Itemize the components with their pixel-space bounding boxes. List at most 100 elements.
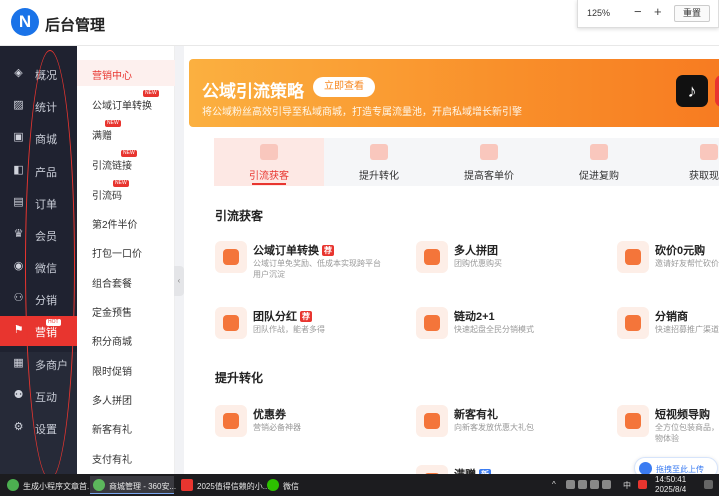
sidebar-item-marketing[interactable]: ⚑ 营销 HOT: [0, 316, 77, 346]
submenu-item-traffic-link[interactable]: 引流链接 NEW: [77, 150, 175, 176]
store-icon: ▣: [13, 131, 24, 143]
notification-icon[interactable]: [704, 480, 713, 489]
submenu-item-flash-sale[interactable]: 限时促销: [77, 356, 175, 382]
new-badge: NEW: [121, 150, 137, 157]
submenu-item-second-half-price[interactable]: 第2件半价: [77, 209, 175, 235]
tray-app-icon[interactable]: [578, 480, 587, 489]
submenu-item-marketing-center[interactable]: 营销中心: [77, 60, 175, 86]
zoom-reset-button[interactable]: 重置: [674, 5, 710, 22]
zoom-in-button[interactable]: +: [654, 4, 662, 19]
video-icon: [617, 405, 649, 437]
tab-convert[interactable]: 提升转化: [324, 138, 434, 186]
submenu-item-order-convert[interactable]: 公域订单转换 NEW: [77, 90, 175, 116]
submenu-item-group-buy[interactable]: 多人拼团: [77, 385, 175, 411]
submenu-item-traffic-code[interactable]: 引流码 NEW: [77, 180, 175, 206]
brand-title: 后台管理: [45, 17, 106, 34]
new-badge: NEW: [113, 180, 129, 187]
system-clock[interactable]: 14:50:41 2025/8/4: [655, 475, 686, 495]
sidebar-item-wechat[interactable]: ◉ 微信: [0, 252, 77, 282]
taskbar-app-wechat[interactable]: 微信: [264, 476, 312, 494]
card-team-bonus[interactable]: 团队分红荐 团队作战，能者多得: [215, 305, 395, 349]
ime-indicator[interactable]: 中: [623, 480, 631, 491]
card-new-customer-gift[interactable]: 新客有礼 向新客发放优惠大礼包: [416, 403, 596, 447]
crown-icon: ♛: [13, 228, 24, 240]
card-full-gift[interactable]: 满赠新: [416, 463, 596, 474]
submenu-item-label: 积分商城: [92, 337, 132, 348]
sidebar-item-statistics[interactable]: ▨ 统计: [0, 91, 77, 121]
submenu-item-label: 定金预售: [92, 308, 132, 319]
taskbar-label: 生成小程序文章首...: [23, 482, 94, 491]
submenu-item-label: 打包一口价: [92, 249, 142, 260]
tiktok-icon: ♪: [676, 75, 708, 107]
card-chain[interactable]: 链动2+1 快速起盘全民分销模式: [416, 305, 596, 349]
card-desc: 向新客发放优惠大礼包: [454, 423, 534, 432]
submenu-item-presale[interactable]: 定金预售: [77, 297, 175, 323]
card-desc: 公域订单免奖励、低成本实现跨平台用户沉淀: [253, 259, 381, 279]
tab-acquire[interactable]: 引流获客: [214, 138, 324, 186]
submenu-item-points-mall[interactable]: 积分商城: [77, 326, 175, 352]
collapse-submenu-button[interactable]: ‹: [174, 266, 184, 296]
tray-app-icon[interactable]: [638, 480, 647, 489]
sidebar-item-interaction[interactable]: ⚉ 互动: [0, 381, 77, 411]
tray-chevron-icon[interactable]: ^: [552, 480, 556, 489]
coupon-icon: [215, 405, 247, 437]
taskbar-app-article[interactable]: 生成小程序文章首...: [4, 476, 94, 494]
banner-description: 将公域粉丝高效引导至私域商城，打造专属流量池，开启私域增长新引擎: [202, 107, 522, 118]
submenu: 营销中心 公域订单转换 NEW 满赠 NEW 引流链接 NEW 引流码 NEW …: [77, 46, 175, 474]
sidebar-item-overview[interactable]: ◈ 概况: [0, 59, 77, 89]
tray-app-icon[interactable]: [566, 480, 575, 489]
tab-cash[interactable]: 获取现金: [654, 138, 719, 186]
card-desc: 快速起盘全民分销模式: [454, 325, 534, 334]
tray-app-icon[interactable]: [590, 480, 599, 489]
sidebar-item-label: 订单: [35, 199, 57, 211]
sidebar-item-label: 互动: [35, 392, 57, 404]
banner-view-button[interactable]: 立即查看: [313, 77, 375, 97]
zoom-out-button[interactable]: −: [634, 4, 642, 19]
section-title-acquire: 引流获客: [215, 209, 264, 223]
order-value-icon: [480, 144, 498, 160]
submenu-item-full-gift[interactable]: 满赠 NEW: [77, 120, 175, 146]
tab-order-value[interactable]: 提高客单价: [434, 138, 544, 186]
card-bargain[interactable]: 砍价0元购 邀请好友帮忙砍价: [617, 239, 719, 283]
submenu-item-bundle-price[interactable]: 打包一口价: [77, 238, 175, 264]
sidebar-item-mall[interactable]: ▣ 商城: [0, 123, 77, 153]
tab-label: 提升转化: [359, 171, 399, 182]
sidebar-item-settings[interactable]: ⚙ 设置: [0, 413, 77, 443]
logo-icon: N: [11, 8, 39, 36]
sidebar-item-label: 营销: [35, 327, 57, 339]
card-desc: 团队作战，能者多得: [253, 325, 325, 334]
distributor-icon: [617, 307, 649, 339]
sidebar-item-order[interactable]: ▤ 订单: [0, 188, 77, 218]
full-gift-icon: [416, 465, 448, 474]
upload-drop-button[interactable]: 拖拽至此上传: [634, 457, 718, 474]
card-distributor[interactable]: 分销商 快速招募推广渠道: [617, 305, 719, 349]
card-desc: 快速招募推广渠道: [655, 325, 719, 334]
submenu-item-label: 新客有礼: [92, 425, 132, 436]
sidebar-item-multi-merchant[interactable]: ▦ 多商户: [0, 349, 77, 379]
banner-title: 公域引流策略: [202, 82, 304, 101]
taskbar-label: 商城管理 - 360安...: [109, 482, 177, 491]
card-coupon[interactable]: 优惠券 营销必备神器: [215, 403, 395, 447]
tab-repurchase[interactable]: 促进复购: [544, 138, 654, 186]
network-icon[interactable]: [602, 480, 611, 489]
sidebar-item-product[interactable]: ◧ 产品: [0, 156, 77, 186]
card-order-convert[interactable]: 公域订单转换荐 公域订单免奖励、低成本实现跨平台用户沉淀: [215, 239, 395, 283]
card-short-video[interactable]: 短视频导购 全方位包装商品，物体验: [617, 403, 719, 447]
card-desc: 全方位包装商品，物体验: [655, 423, 719, 443]
taskbar-app-browser[interactable]: 商城管理 - 360安...: [90, 476, 177, 494]
os-taskbar: 生成小程序文章首... 商城管理 - 360安... 2025值得信赖的小...…: [0, 474, 719, 496]
main-content: 公域引流策略 立即查看 将公域粉丝高效引导至私域商城，打造专属流量池，开启私域增…: [184, 46, 719, 474]
submenu-item-new-customer-gift[interactable]: 新客有礼: [77, 414, 175, 440]
chart-icon: ▨: [13, 99, 24, 111]
sidebar-item-label: 微信: [35, 263, 57, 275]
promo-banner: 公域引流策略 立即查看 将公域粉丝高效引导至私域商城，打造专属流量池，开启私域增…: [189, 59, 719, 127]
card-group-buy[interactable]: 多人拼团 团购优惠购买: [416, 239, 596, 283]
sidebar-item-distribution[interactable]: ⚇ 分销: [0, 284, 77, 314]
submenu-item-combo[interactable]: 组合套餐: [77, 268, 175, 294]
submenu-item-label: 组合套餐: [92, 279, 132, 290]
submenu-item-payment-gift[interactable]: 支付有礼: [77, 444, 175, 470]
sidebar-item-member[interactable]: ♛ 会员: [0, 220, 77, 250]
submenu-item-label: 营销中心: [92, 71, 132, 82]
submenu-item-label: 满赠: [92, 131, 112, 142]
taskbar-app-wps[interactable]: 2025值得信赖的小...: [178, 476, 269, 494]
